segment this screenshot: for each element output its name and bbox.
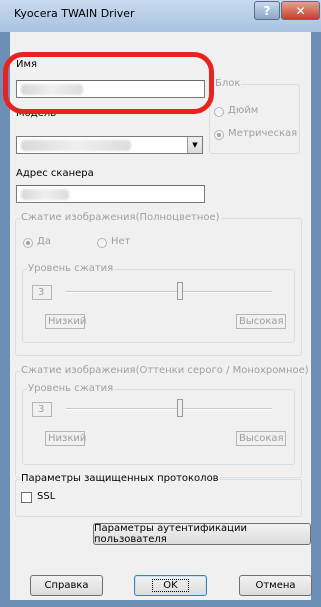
color-compression-title: Сжатие изображения(Полноцветное) xyxy=(20,212,221,223)
compression-no-radio[interactable] xyxy=(97,238,107,248)
gray-low-label: Низкий xyxy=(48,433,87,444)
help-button[interactable]: Справка xyxy=(30,575,103,596)
secure-group-title: Параметры защищенных протоколов xyxy=(20,473,220,484)
gray-level-value: 3 xyxy=(38,404,45,415)
help-button-label: Справка xyxy=(44,580,89,591)
title-bar[interactable]: Kyocera TWAIN Driver ? ✕ xyxy=(0,0,321,32)
gray-level-slider-thumb[interactable] xyxy=(177,399,183,417)
model-select[interactable]: ▼ xyxy=(16,136,203,154)
ok-button-label: OK xyxy=(152,579,189,592)
scanner-address-field[interactable] xyxy=(16,185,205,203)
auth-settings-label: Параметры аутентификации пользователя xyxy=(94,523,247,545)
gray-high-label: Высокая xyxy=(239,433,284,444)
compression-yes-label: Да xyxy=(37,236,51,247)
gray-level-value-box: 3 xyxy=(32,402,52,417)
close-icon: ✕ xyxy=(295,3,306,18)
color-level-slider-thumb[interactable] xyxy=(177,282,183,300)
cancel-button[interactable]: Отмена xyxy=(239,575,312,596)
compression-yes-radio[interactable] xyxy=(23,238,33,248)
help-title-button[interactable]: ? xyxy=(254,1,280,20)
gray-level-group: Уровень сжатия xyxy=(22,383,295,465)
question-icon: ? xyxy=(263,3,271,18)
color-level-value-box: 3 xyxy=(32,285,52,300)
close-button[interactable]: ✕ xyxy=(281,1,320,20)
dialog-window: Kyocera TWAIN Driver ? ✕ Имя Модель ▼ Бл… xyxy=(0,0,321,607)
color-level-group: Уровень сжатия xyxy=(22,263,295,343)
scanner-address-label: Адрес сканера xyxy=(16,168,94,179)
auth-settings-button[interactable]: Параметры аутентификации пользователя xyxy=(93,523,311,545)
gray-high-box: Высокая xyxy=(236,431,286,446)
highlight-annotation xyxy=(3,52,214,114)
ssl-label: SSL xyxy=(37,491,56,502)
color-low-label: Низкий xyxy=(48,316,87,327)
ok-button[interactable]: OK xyxy=(134,575,207,596)
gray-level-slider-track[interactable] xyxy=(66,408,272,410)
compression-no-label: Нет xyxy=(111,236,131,247)
gray-compression-title: Сжатие изображения(Оттенки серого / Моно… xyxy=(20,365,310,376)
chevron-down-icon[interactable]: ▼ xyxy=(187,137,202,153)
gray-low-box: Низкий xyxy=(45,431,87,446)
color-level-value: 3 xyxy=(38,287,45,298)
cancel-button-label: Отмена xyxy=(255,580,296,591)
unit-group-title: Блок xyxy=(214,78,242,89)
unit-inch-radio[interactable] xyxy=(214,107,224,117)
unit-metric-radio[interactable] xyxy=(214,130,224,140)
color-low-box: Низкий xyxy=(45,314,87,329)
color-level-title: Уровень сжатия xyxy=(27,263,115,274)
model-value-blurred xyxy=(21,140,131,151)
color-level-slider-track[interactable] xyxy=(66,291,272,293)
dialog-client: Имя Модель ▼ Блок Дюйм Метрическая Адрес… xyxy=(10,32,312,600)
scanner-address-value-blurred xyxy=(21,189,69,200)
ssl-checkbox[interactable] xyxy=(21,492,32,503)
unit-metric-label: Метрическая xyxy=(228,128,298,139)
gray-level-title: Уровень сжатия xyxy=(27,383,115,394)
secure-group: Параметры защищенных протоколов xyxy=(15,473,302,517)
unit-inch-label: Дюйм xyxy=(228,105,259,116)
color-high-label: Высокая xyxy=(239,316,284,327)
unit-group: Блок xyxy=(209,78,300,154)
window-title: Kyocera TWAIN Driver xyxy=(14,7,135,20)
color-high-box: Высокая xyxy=(236,314,286,329)
